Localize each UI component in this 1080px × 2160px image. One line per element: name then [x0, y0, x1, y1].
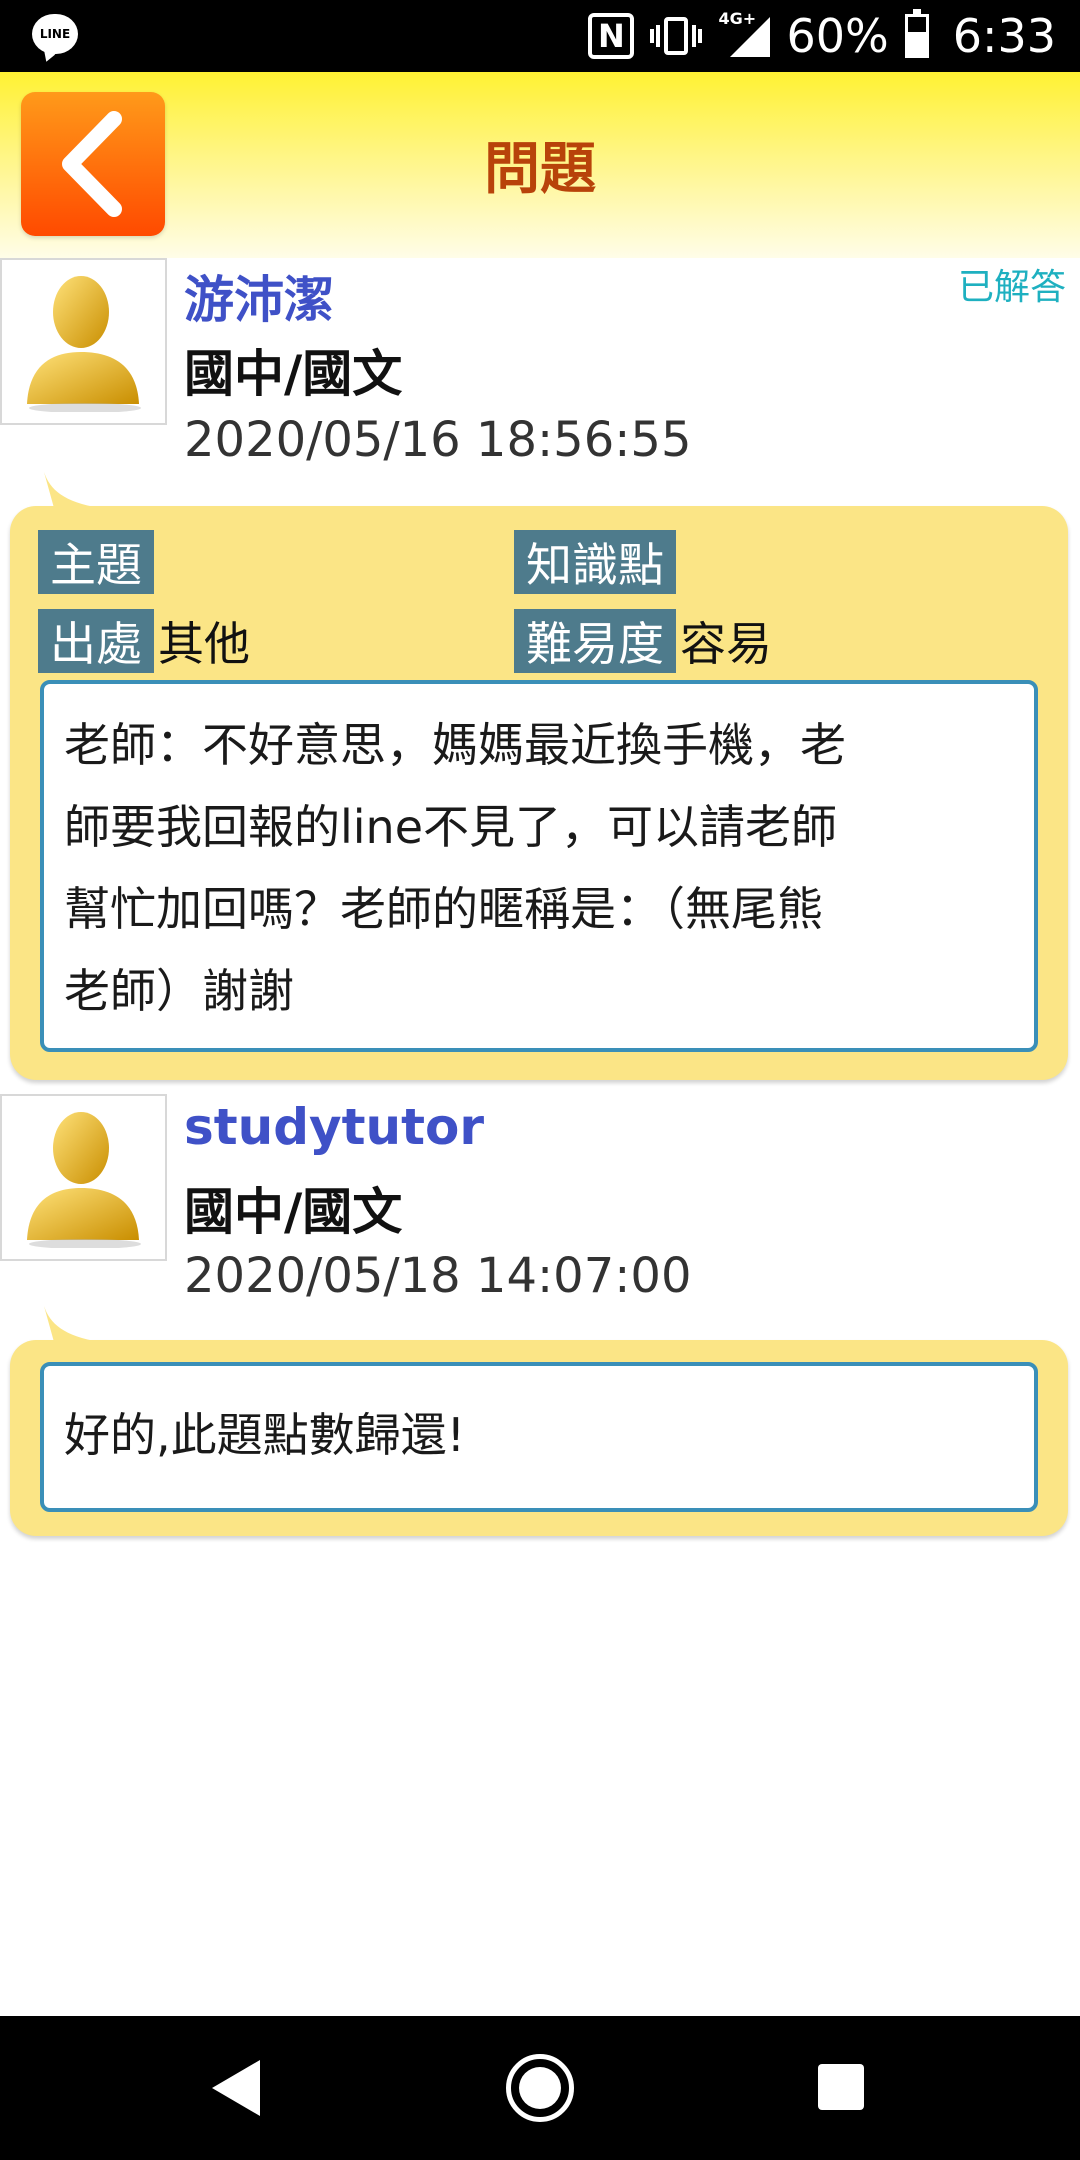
- question-bubble: 主題 知識點 出處 其他 難易度 容易 老師：不好意思，媽媽最近換手機，老 師要…: [10, 472, 1068, 1080]
- vibrate-icon: [650, 13, 703, 59]
- answer-bubble: 好的,此題點數歸還!: [10, 1306, 1068, 1536]
- user-avatar-icon: [26, 1111, 141, 1248]
- triangle-back-icon[interactable]: [212, 2060, 260, 2116]
- circle-home-icon[interactable]: [506, 2054, 574, 2122]
- timestamp: 2020/05/18 14:07:00: [184, 1248, 692, 1304]
- user-name[interactable]: studytutor: [184, 1098, 484, 1156]
- bubble-tail: [44, 472, 100, 508]
- question-content: 老師：不好意思，媽媽最近換手機，老 師要我回報的line不見了，可以請老師 幫忙…: [40, 680, 1038, 1052]
- meta-difficulty: 難易度 容易: [514, 608, 772, 674]
- meta-topic: 主題: [38, 530, 158, 594]
- signal-icon: 4G+: [718, 9, 771, 59]
- content-line: 師要我回報的line不見了，可以請老師: [64, 800, 838, 854]
- line-app-icon: LINE: [32, 14, 78, 54]
- content-line: 幫忙加回嗎？老師的暱稱是：（無尾熊: [64, 882, 823, 936]
- topic-label: 主題: [38, 530, 154, 594]
- content-line: 好的,此題點數歸還!: [64, 1408, 466, 1462]
- avatar[interactable]: [0, 1094, 167, 1261]
- nfc-icon: N: [588, 13, 635, 59]
- status-badge: 已解答: [957, 267, 1066, 308]
- square-recents-icon[interactable]: [818, 2064, 864, 2110]
- line-app-icon-text: LINE: [39, 27, 71, 41]
- timestamp: 2020/05/16 18:56:55: [184, 412, 692, 468]
- nav-bar: [0, 2016, 1080, 2160]
- user-avatar-icon: [26, 275, 141, 412]
- difficulty-value: 容易: [680, 617, 772, 671]
- meta-source: 出處 其他: [38, 608, 250, 674]
- avatar[interactable]: [0, 258, 167, 425]
- clock: 6:33: [952, 9, 1056, 63]
- source-value: 其他: [158, 617, 250, 671]
- status-bar: LINE N 4G+ 60% 6:33: [0, 0, 1080, 72]
- content-line: 老師：不好意思，媽媽最近換手機，老: [64, 718, 846, 772]
- content-line: 老師）謝謝: [64, 964, 294, 1018]
- knowledge-label: 知識點: [514, 530, 676, 594]
- bubble-tail: [44, 1306, 100, 1342]
- subject: 國中/國文: [184, 345, 403, 403]
- answer-content: 好的,此題點數歸還!: [40, 1362, 1038, 1512]
- header: 問題: [0, 72, 1080, 258]
- battery-icon: [904, 9, 929, 58]
- meta-knowledge: 知識點: [514, 530, 680, 594]
- battery-percent: 60%: [786, 9, 889, 63]
- status-icons: N 4G+ 60% 6:33: [588, 0, 1056, 72]
- source-label: 出處: [38, 609, 154, 673]
- user-name[interactable]: 游沛潔: [184, 260, 334, 332]
- page-title: 問題: [484, 137, 596, 202]
- subject: 國中/國文: [184, 1183, 403, 1241]
- difficulty-label: 難易度: [514, 609, 676, 673]
